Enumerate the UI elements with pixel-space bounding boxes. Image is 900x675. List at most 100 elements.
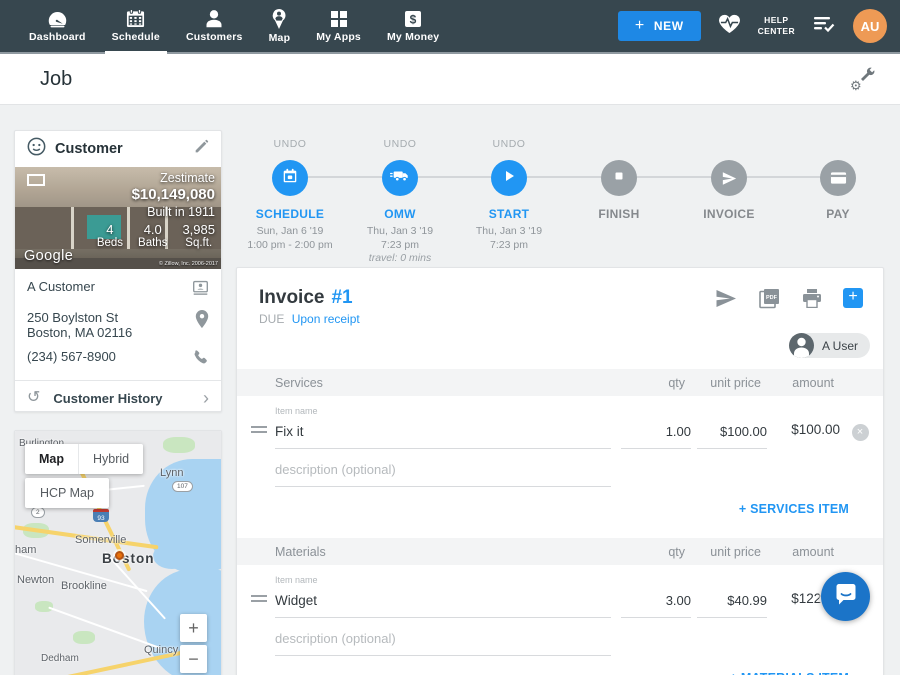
nav-items: Dashboard Schedule Customers Map My Apps [0,0,452,52]
omw-date: Thu, Jan 3 '19 [340,225,460,239]
material-qty-input[interactable] [621,593,691,618]
send-invoice-icon[interactable] [715,289,737,308]
invoice-step-label: INVOICE [669,207,789,221]
timeline-step-finish: FINISH [559,130,679,221]
contact-card-icon[interactable] [192,279,209,301]
assignee-name: A User [814,339,870,353]
baths-label: Baths [138,237,167,249]
customer-history-button[interactable]: ↺ Customer History › [15,381,221,415]
chat-button[interactable] [821,572,870,621]
material-unit-price-input[interactable] [697,593,767,618]
play-icon [501,168,517,189]
help-center-link[interactable]: HELP CENTER [758,15,795,37]
start-step-button[interactable] [491,160,527,196]
nav-item-label: My Apps [316,31,361,43]
invoice-number[interactable]: #1 [331,287,352,309]
street-view-icon[interactable] [27,174,45,186]
calendar-icon [126,9,145,28]
credit-card-icon[interactable] [820,160,856,196]
omw-travel: travel: 0 mins [340,252,460,266]
send-icon[interactable] [711,160,747,196]
route-shield-2: 2 [31,507,45,518]
service-item-row: Item name $100.00 × [237,406,883,449]
nav-item-my-apps[interactable]: My Apps [303,0,374,52]
hcp-map-button[interactable]: HCP Map [25,478,109,508]
item-name-label: Item name [275,575,611,585]
map-canvas[interactable]: Burlington Lynn Somerville Boston ham Ne… [15,431,221,675]
nav-item-map[interactable]: Map [256,0,304,52]
material-description-input[interactable] [275,631,611,656]
start-step-label: START [449,207,569,221]
assignee-chip[interactable]: A User [789,333,870,358]
job-location-pin [115,551,124,560]
nav-item-customers[interactable]: Customers [173,0,256,52]
map-zoom-out-button[interactable]: − [180,645,207,673]
invoice-header: Invoice #1 PDF + DUE Upon receipt [237,268,883,326]
unit-price-column-header: unit price [685,376,761,390]
route-shield-93: 93 [93,509,109,522]
drag-handle-icon[interactable] [251,595,267,605]
new-button-label: NEW [654,19,684,33]
map-park [73,631,95,644]
phone-icon[interactable] [192,349,209,371]
add-materials-item-link[interactable]: + MATERIALS ITEM [237,671,883,675]
new-button[interactable]: + NEW [618,11,701,41]
delete-service-item-button[interactable]: × [852,424,869,441]
list-check-icon[interactable] [812,15,836,38]
location-pin-icon[interactable] [195,310,209,333]
qty-column-header: qty [605,376,685,390]
service-name-input[interactable] [275,424,611,449]
undo-start-link[interactable]: UNDO [449,138,569,152]
service-qty-input[interactable] [621,424,691,449]
print-icon[interactable] [802,289,822,308]
history-icon: ↺ [27,390,40,406]
service-unit-price-input[interactable] [697,424,767,449]
address-line2: Boston, MA 02116 [27,325,132,340]
map-label-newton: Newton [17,574,54,586]
timeline-step-start: UNDO START Thu, Jan 3 '19 7:23 pm [449,130,569,252]
property-photo[interactable]: Zestimate $10,149,080 Built in 1911 4 4.… [15,167,221,269]
pdf-icon[interactable]: PDF [758,288,781,309]
finish-step-button[interactable] [601,160,637,196]
nav-item-schedule[interactable]: Schedule [99,0,173,52]
undo-schedule-link[interactable]: UNDO [230,138,350,152]
sqft-value: 3,985 [182,222,215,237]
omw-step-button[interactable] [382,160,418,196]
assignee-avatar-icon [789,333,814,358]
nav-item-my-money[interactable]: $ My Money [374,0,452,52]
add-services-item-link[interactable]: + SERVICES ITEM [237,502,883,516]
material-name-input[interactable] [275,593,611,618]
due-value-link[interactable]: Upon receipt [292,312,360,326]
add-invoice-button[interactable]: + [843,288,863,308]
heart-pulse-icon[interactable] [718,13,741,39]
customer-address-row: 250 Boylston StBoston, MA 02116 [27,310,209,340]
schedule-step-button[interactable] [272,160,308,196]
item-name-label: Item name [275,406,611,416]
user-avatar[interactable]: AU [853,9,887,43]
zestimate-value: $10,149,080 [97,186,215,203]
start-time: 7:23 pm [449,239,569,253]
drag-handle-icon[interactable] [251,426,267,436]
photo-detail [71,207,74,249]
chevron-right-icon: › [203,391,209,405]
help-center-line2: CENTER [758,26,795,37]
chat-bubble-icon [833,581,859,612]
schedule-date: Sun, Jan 6 '19 [230,225,350,239]
plus-icon: + [635,17,645,35]
nav-item-label: Dashboard [29,31,86,43]
timeline-step-invoice: INVOICE [669,130,789,221]
undo-omw-link[interactable]: UNDO [340,138,460,152]
nav-item-dashboard[interactable]: Dashboard [16,0,99,52]
dashboard-icon [47,10,68,28]
job-settings-button[interactable]: ⚙ [850,66,876,92]
map-label-dedham: Dedham [41,653,79,664]
amount-column-header: amount [761,545,834,559]
map-type-map-button[interactable]: Map [25,444,78,474]
service-description-input[interactable] [275,462,611,487]
customer-history-label: Customer History [53,391,162,406]
materials-header-label: Materials [275,545,605,559]
map-type-hybrid-button[interactable]: Hybrid [78,444,143,474]
due-label: DUE [259,312,284,326]
map-zoom-in-button[interactable]: + [180,614,207,642]
edit-customer-icon[interactable] [194,139,209,159]
